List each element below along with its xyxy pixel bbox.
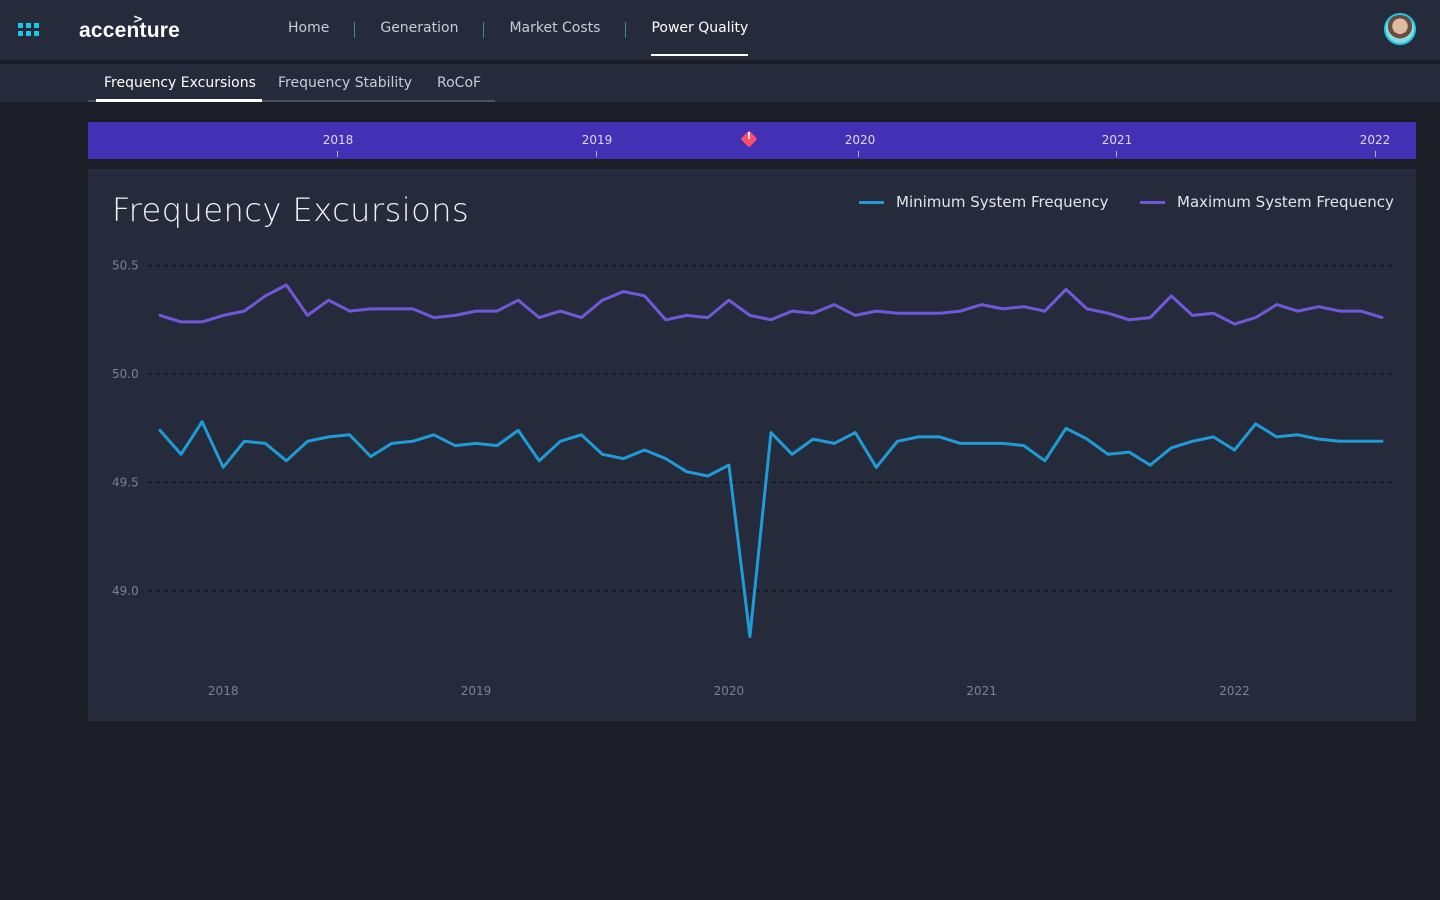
timeline-tick [596, 151, 597, 157]
nav-item-home[interactable]: Home [288, 0, 329, 60]
frequency-chart: 49.0 49.5 50.0 50.5 2018 2019 2020 2021 2022 [112, 259, 1392, 698]
timeline-tick [337, 151, 338, 157]
timeline-label: 2018 [322, 133, 354, 147]
nav-item-generation[interactable]: Generation [380, 0, 458, 60]
tab-rocof[interactable]: RoCoF [437, 64, 481, 102]
timeline-label: 2019 [581, 133, 613, 147]
legend-swatch [859, 200, 884, 204]
nav-divider [483, 22, 485, 38]
app-grid-icon[interactable] [18, 23, 40, 37]
nav-divider [625, 22, 627, 38]
frequency-excursions-card: 49.0 49.5 50.0 50.5 2018 2019 2020 2021 2022 Fre… [88, 169, 1416, 721]
user-avatar[interactable] [1384, 13, 1416, 45]
main-nav: Home Generation Market Costs Power Quali… [288, 0, 748, 60]
timeline-label: 2020 [844, 133, 876, 147]
chart-title: Frequency Excursions [112, 191, 470, 229]
timeline-slider[interactable]: 2018 2019 2020 2021 2022 ! [88, 122, 1416, 159]
nav-divider [354, 22, 356, 38]
y-tick-label: 50.0 [112, 367, 139, 381]
nav-item-power-quality[interactable]: Power Quality [651, 0, 748, 60]
legend-swatch [1140, 200, 1165, 204]
x-tick-label: 2022 [1219, 684, 1250, 698]
legend-label: Minimum System Frequency [896, 193, 1109, 211]
alert-exclamation-icon: ! [746, 131, 752, 142]
x-tick-label: 2019 [461, 684, 492, 698]
timeline-tick [1116, 151, 1117, 157]
legend-item-maximum[interactable]: Maximum System Frequency [1140, 193, 1394, 211]
timeline-tick [858, 151, 859, 157]
minimum-system-frequency-line [158, 420, 1384, 639]
tab-frequency-stability[interactable]: Frequency Stability [278, 64, 412, 102]
top-navigation-bar: > accenture Home Generation Market Costs… [0, 0, 1440, 60]
timeline-label: 2022 [1359, 133, 1391, 147]
maximum-system-frequency-line [158, 283, 1384, 326]
y-tick-label: 50.5 [112, 259, 139, 273]
logo-text: accenture [79, 19, 181, 42]
tab-frequency-excursions[interactable]: Frequency Excursions [104, 64, 256, 102]
active-tab-indicator [96, 99, 262, 102]
sub-tabs: Frequency Excursions Frequency Stability… [88, 64, 495, 102]
legend-item-minimum[interactable]: Minimum System Frequency [859, 193, 1108, 211]
x-tick-label: 2021 [966, 684, 997, 698]
timeline-label: 2021 [1101, 133, 1133, 147]
y-tick-label: 49.5 [112, 476, 139, 490]
y-tick-label: 49.0 [112, 584, 139, 598]
legend-label: Maximum System Frequency [1177, 193, 1394, 211]
nav-item-market-costs[interactable]: Market Costs [509, 0, 600, 60]
timeline-tick [1375, 151, 1376, 157]
sub-tab-bar: Frequency Excursions Frequency Stability… [0, 64, 1440, 102]
x-tick-label: 2020 [714, 684, 745, 698]
x-tick-label: 2018 [208, 684, 239, 698]
